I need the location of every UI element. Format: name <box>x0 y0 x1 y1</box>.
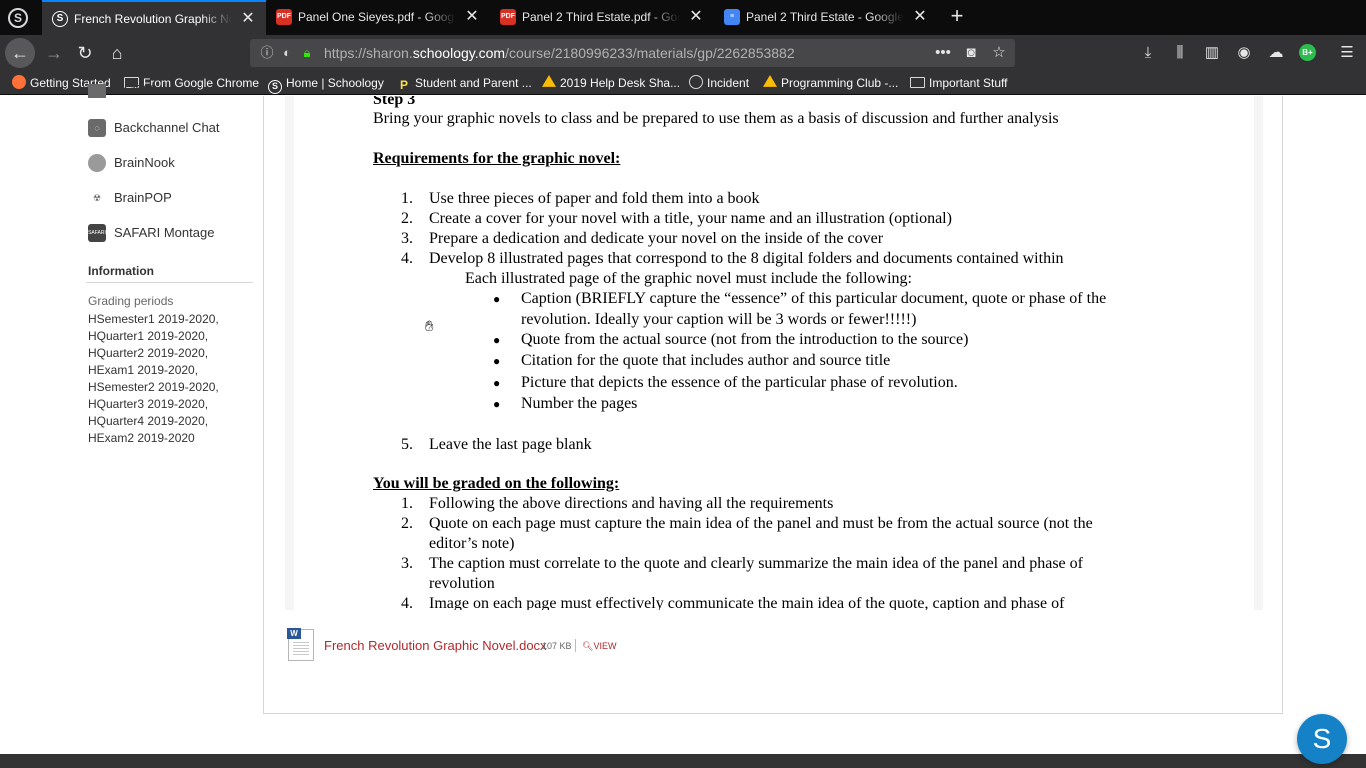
grading-period: HSemester1 2019-2020, <box>88 312 219 326</box>
back-button[interactable]: ← <box>5 38 35 68</box>
bookmark-incident[interactable]: Incident <box>689 75 749 93</box>
bookmark-student-and-parent[interactable]: P Student and Parent ... <box>397 75 532 93</box>
sidebar-item-grades[interactable]: Grades <box>88 84 258 98</box>
chat-icon: ◌ <box>88 119 106 137</box>
grading-period: HExam2 2019-2020 <box>88 431 195 445</box>
attachment-link[interactable]: French Revolution Graphic Novel.docx <box>324 638 547 653</box>
grading-period: HQuarter3 2019-2020, <box>88 397 209 411</box>
tab-panel-one-sieyes[interactable]: PDF Panel One Sieyes.pdf - Google Drive … <box>266 0 490 35</box>
forward-button[interactable]: → <box>40 39 68 67</box>
close-tab-icon[interactable]: ✕ <box>912 8 928 26</box>
bullet-item: ● Quote from the actual source (not from … <box>493 331 969 348</box>
tab-panel-2-third-estate-pdf[interactable]: PDF Panel 2 Third Estate.pdf - Google Dr… <box>490 0 714 35</box>
firefox-icon <box>12 75 26 89</box>
bookmark-star-icon[interactable]: ☆ <box>988 43 1010 63</box>
menu-icon[interactable]: ☰ <box>1336 43 1358 63</box>
divider <box>575 639 576 652</box>
page-footer <box>0 754 1366 768</box>
sidebar-toggle-icon[interactable]: ▥ <box>1201 43 1223 63</box>
document-preview[interactable]: Step 3 Bring your graphic novels to clas… <box>285 96 1263 610</box>
tab-title: Panel 2 Third Estate - Google Docs <box>746 10 904 24</box>
tab-title: French Revolution Graphic Novel <box>74 12 232 26</box>
library-icon[interactable]: ⫼ <box>1169 43 1191 63</box>
reload-button[interactable]: ↻ <box>71 39 99 67</box>
grades-icon <box>88 84 106 98</box>
divider <box>86 282 253 283</box>
address-bar[interactable]: ⓘ ◐ 🔒︎ https://sharon.schoology.com/cour… <box>250 39 1015 67</box>
container-tabs-icon[interactable]: ☁ <box>1265 43 1287 63</box>
step-text: Bring your graphic novels to class and b… <box>373 110 1059 127</box>
p-icon: P <box>399 78 408 92</box>
navigation-toolbar: ← → ↻ ⌂ ⓘ ◐ 🔒︎ https://sharon.schoology.… <box>0 35 1366 71</box>
drive-icon <box>542 75 556 87</box>
tab-title: Panel One Sieyes.pdf - Google Drive <box>298 10 456 24</box>
url-text[interactable]: https://sharon.schoology.com/course/2180… <box>324 45 795 61</box>
grading-period: HQuarter1 2019-2020, <box>88 329 209 343</box>
pocket-icon[interactable]: ◙ <box>960 43 982 63</box>
google-docs-favicon-icon: ≡ <box>724 9 740 25</box>
pdf-favicon-icon: PDF <box>276 9 292 25</box>
downloads-icon[interactable]: ⤓ <box>1137 43 1159 63</box>
pdf-favicon-icon: PDF <box>500 9 516 25</box>
grading-period: HQuarter2 2019-2020, <box>88 346 209 360</box>
drive-icon <box>763 75 777 87</box>
tab-title: Panel 2 Third Estate.pdf - Google Drive <box>522 10 680 24</box>
bookmark-help-desk[interactable]: 2019 Help Desk Sha... <box>542 75 680 93</box>
close-tab-icon[interactable]: ✕ <box>464 8 480 26</box>
sidebar-item-backchannel-chat[interactable]: ◌ Backchannel Chat <box>88 118 258 138</box>
document-page: Step 3 Bring your graphic novels to clas… <box>294 96 1254 610</box>
information-heading: Information <box>88 264 154 278</box>
safari-montage-icon: SAFARI <box>88 224 106 242</box>
tracking-shield-icon[interactable]: ◐ <box>279 45 295 61</box>
tab-strip: S S French Revolution Graphic Novel ✕ PD… <box>0 0 1366 35</box>
word-file-icon: W <box>287 628 314 661</box>
bookmark-programming-club[interactable]: Programming Club -... <box>763 75 898 93</box>
close-tab-icon[interactable]: ✕ <box>688 8 704 26</box>
extension-badge-icon[interactable]: B+ <box>1299 44 1316 61</box>
tab-panel-2-third-estate-doc[interactable]: ≡ Panel 2 Third Estate - Google Docs ✕ <box>714 0 938 35</box>
sidebar-item-brainpop[interactable]: ☢ BrainPOP <box>88 188 258 208</box>
lock-icon[interactable]: 🔒︎ <box>299 45 315 61</box>
schoology-favicon-icon: S <box>52 11 68 27</box>
bullet-item-continued: revolution. Ideally your caption will be… <box>521 311 917 328</box>
account-icon[interactable]: ◉ <box>1233 43 1255 63</box>
graded-heading: You will be graded on the following: <box>373 475 620 492</box>
bullet-item: ● Citation for the quote that includes au… <box>493 352 891 369</box>
tab-french-revolution[interactable]: S French Revolution Graphic Novel ✕ <box>42 0 266 35</box>
list-item-continued: revolution <box>429 575 495 592</box>
view-attachment-link[interactable]: 🔍︎VIEW <box>582 641 616 652</box>
magnifier-icon: 🔍︎ <box>582 641 594 651</box>
grading-period: HExam1 2019-2020, <box>88 363 199 377</box>
hand-cursor-icon: ✋︎ <box>425 318 434 335</box>
folder-icon <box>910 77 925 88</box>
schoology-help-button[interactable]: S <box>1297 714 1347 764</box>
bullet-item: ● Picture that depicts the essence of the… <box>493 374 958 391</box>
bookmark-home-schoology[interactable]: S Home | Schoology <box>268 75 384 94</box>
schoology-app-icon[interactable]: S <box>8 8 28 28</box>
sidebar-item-brainnook[interactable]: BrainNook <box>88 153 258 173</box>
attachment-size: 107 KB <box>542 641 572 651</box>
bookmark-important-stuff[interactable]: Important Stuff <box>910 75 1008 93</box>
grading-periods-label: Grading periods <box>88 294 174 308</box>
requirements-heading: Requirements for the graphic novel: <box>373 150 621 167</box>
page-content: Grades ◌ Backchannel Chat BrainNook ☢ Br… <box>0 84 1366 754</box>
grading-period: HSemester2 2019-2020, <box>88 380 219 394</box>
sidebar-item-safari-montage[interactable]: SAFARI SAFARI Montage <box>88 223 258 243</box>
page-actions-icon[interactable]: ••• <box>932 43 954 63</box>
bullet-item: ● Caption (BRIEFLY capture the “essence” … <box>493 290 1107 307</box>
sub-intro: Each illustrated page of the graphic nov… <box>465 270 912 287</box>
material-panel: Step 3 Bring your graphic novels to clas… <box>263 96 1283 714</box>
list-item-continued: editor’s note) <box>429 535 515 552</box>
brainnook-icon <box>88 154 106 172</box>
brainpop-icon: ☢ <box>92 193 102 203</box>
grading-period: HQuarter4 2019-2020, <box>88 414 209 428</box>
bullet-item: ● Number the pages <box>493 395 638 412</box>
close-tab-icon[interactable]: ✕ <box>240 10 256 28</box>
schoology-icon: S <box>268 80 282 94</box>
globe-icon <box>689 75 703 89</box>
step-heading: Step 3 <box>373 96 416 108</box>
new-tab-button[interactable]: + <box>944 5 970 29</box>
info-icon[interactable]: ⓘ <box>259 45 275 61</box>
home-button[interactable]: ⌂ <box>103 39 131 67</box>
